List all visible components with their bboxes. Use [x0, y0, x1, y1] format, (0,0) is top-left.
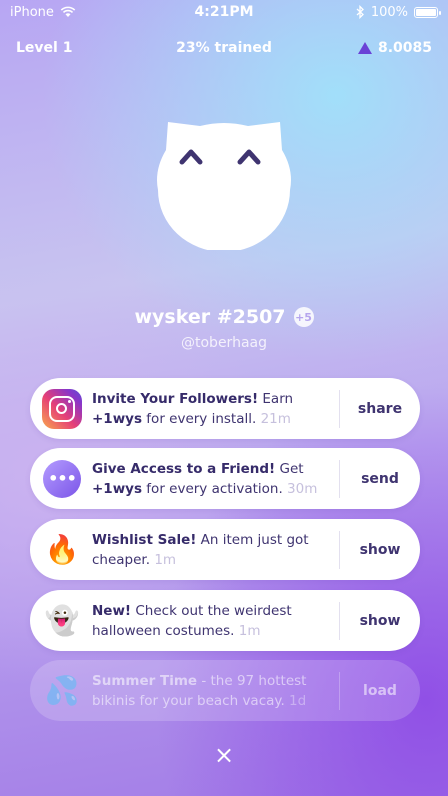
username: wysker #2507 — [134, 306, 286, 328]
droplets-emoji-icon: 💦 — [44, 673, 80, 707]
clock: 4:21PM — [194, 4, 254, 20]
notification-card-halloween[interactable]: 👻 New! Check out the weirdest halloween … — [30, 590, 420, 651]
battery-icon — [414, 6, 441, 18]
notification-card-summer[interactable]: 💦 Summer Time - the 97 hottest bikinis f… — [30, 660, 420, 721]
fire-emoji-icon: 🔥 — [44, 532, 80, 566]
battery-percent: 100% — [370, 4, 408, 20]
level-label: Level 1 — [16, 40, 73, 56]
cat-avatar[interactable] — [154, 110, 294, 250]
notification-time: 1d — [289, 692, 307, 709]
bluetooth-icon — [356, 5, 364, 19]
share-button[interactable]: share — [340, 401, 420, 417]
instagram-icon — [42, 388, 82, 429]
profile-name: wysker #2507 +5 — [0, 306, 448, 328]
status-bar: iPhone 4:21PM 100% — [0, 0, 448, 24]
notification-title: Give Access to a Friend! — [92, 460, 276, 477]
carrier-label: iPhone — [10, 4, 54, 20]
notification-card-wishlist-sale[interactable]: 🔥 Wishlist Sale! An item just got cheape… — [30, 519, 420, 580]
notification-text: Give Access to a Friend! Get +1wys for e… — [92, 460, 318, 497]
notification-time: 1m — [238, 622, 261, 639]
notification-title: Invite Your Followers! — [92, 390, 259, 407]
notification-title: Summer Time — [92, 672, 198, 689]
wifi-icon — [60, 6, 76, 17]
notification-text: New! Check out the weirdest halloween co… — [92, 602, 292, 639]
notification-time: 1m — [154, 551, 177, 568]
chat-bubble-icon: ••• — [43, 459, 81, 498]
close-icon[interactable]: × — [214, 743, 234, 767]
notification-title: New! — [92, 602, 132, 619]
balance-value: 8.0085 — [377, 40, 432, 56]
notification-text: Summer Time - the 97 hottest bikinis for… — [92, 672, 307, 709]
load-button[interactable]: load — [340, 683, 420, 699]
notification-time: 21m — [260, 410, 291, 427]
profile-handle: @toberhaag — [181, 335, 267, 351]
notification-title: Wishlist Sale! — [92, 531, 197, 548]
token-triangle-icon — [357, 42, 372, 54]
ghost-emoji-icon: 👻 — [44, 603, 80, 637]
trained-progress-label: 23% trained — [176, 40, 272, 56]
show-button[interactable]: show — [340, 613, 420, 629]
level-badge-icon: +5 — [293, 307, 314, 327]
notification-text: Wishlist Sale! An item just got cheaper.… — [92, 531, 309, 568]
notification-text: Invite Your Followers! Earn +1wys for ev… — [92, 390, 294, 427]
notification-card-access[interactable]: ••• Give Access to a Friend! Get +1wys f… — [30, 448, 420, 509]
balance[interactable]: 8.0085 — [357, 40, 432, 56]
notification-time: 30m — [287, 480, 318, 497]
notification-card-invite[interactable]: Invite Your Followers! Earn +1wys for ev… — [30, 378, 420, 439]
header: Level 1 23% trained 8.0085 — [16, 36, 432, 60]
send-button[interactable]: send — [340, 471, 420, 487]
show-button[interactable]: show — [340, 542, 420, 558]
